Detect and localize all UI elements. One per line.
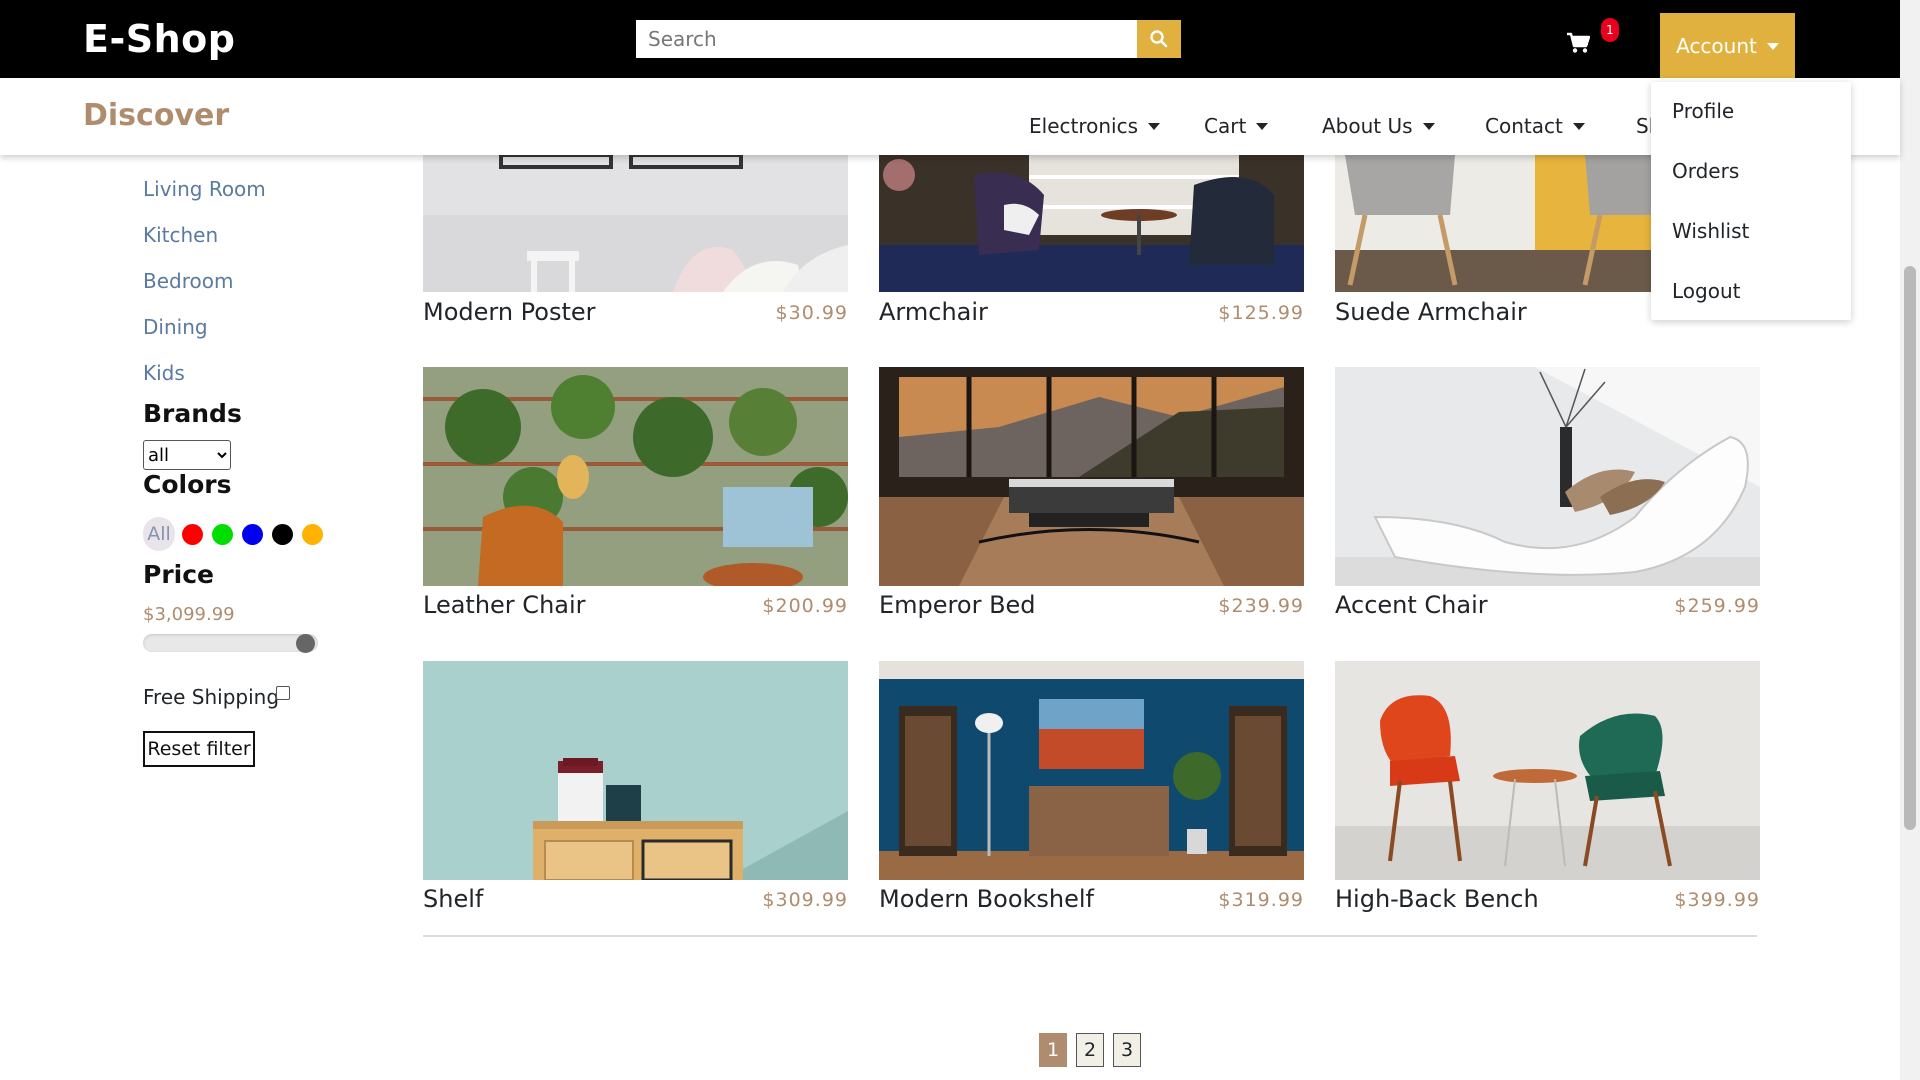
nav-label: Contact (1485, 114, 1563, 138)
product-name: Suede Armchair (1335, 298, 1527, 326)
product-price: $259.99 (1674, 595, 1760, 617)
brand-logo[interactable]: E-Shop (83, 17, 235, 61)
color-swatch-yellow[interactable] (302, 524, 323, 545)
price-heading: Price (143, 560, 214, 589)
category-navbar: Discover Electronics Cart About Us Conta… (0, 78, 1900, 155)
category-bedroom[interactable]: Bedroom (143, 269, 233, 293)
nav-label: Cart (1204, 114, 1247, 138)
price-slider[interactable] (143, 634, 318, 653)
color-swatch-blue[interactable] (242, 524, 263, 545)
product-image (1335, 661, 1760, 880)
price-value: $3,099.99 (143, 604, 235, 625)
menu-item-logout[interactable]: Logout (1672, 279, 1740, 303)
product-image (879, 155, 1304, 292)
product-name: Armchair (879, 298, 988, 326)
nav-contact[interactable]: Contact (1485, 114, 1585, 138)
brands-heading: Brands (143, 399, 242, 428)
scrollbar-thumb[interactable] (1904, 266, 1916, 830)
colors-heading: Colors (143, 470, 232, 499)
product-name: Modern Bookshelf (879, 885, 1095, 913)
search-input[interactable] (636, 20, 1137, 58)
product-image (879, 367, 1304, 586)
product-name: Emperor Bed (879, 591, 1036, 619)
product-price: $125.99 (1218, 302, 1304, 324)
product-price: $200.99 (762, 595, 848, 617)
price-slider-thumb[interactable] (296, 634, 315, 653)
product-price: $239.99 (1218, 595, 1304, 617)
free-shipping-label: Free Shipping (143, 685, 280, 709)
chevron-down-icon (1148, 122, 1161, 130)
product-name: Leather Chair (423, 591, 586, 619)
reset-filter-button[interactable]: Reset filter (143, 731, 255, 767)
menu-item-wishlist[interactable]: Wishlist (1672, 219, 1749, 243)
nav-label: Electronics (1029, 114, 1139, 138)
page-button-3[interactable]: 3 (1113, 1033, 1141, 1067)
search-form (636, 20, 1181, 58)
chevron-down-icon (1572, 122, 1585, 130)
product-price: $309.99 (762, 889, 848, 911)
page-button-1[interactable]: 1 (1039, 1033, 1067, 1067)
brand-select[interactable]: all (143, 440, 231, 470)
color-swatch-green[interactable] (212, 524, 233, 545)
product-name: Shelf (423, 885, 484, 913)
account-dropdown-menu: Profile Orders Wishlist Logout (1651, 82, 1851, 320)
category-kitchen[interactable]: Kitchen (143, 223, 218, 247)
product-image (423, 367, 848, 586)
top-navbar: E-Shop 1 Account (0, 0, 1900, 79)
chevron-down-icon (1422, 122, 1435, 130)
nav-label: About Us (1322, 114, 1413, 138)
product-image (423, 661, 848, 880)
product-price: $30.99 (775, 302, 848, 324)
divider (423, 935, 1757, 937)
product-image (879, 661, 1304, 880)
discover-title[interactable]: Discover (83, 98, 229, 133)
nav-cart[interactable]: Cart (1204, 114, 1269, 138)
cart-count-badge: 1 (1601, 18, 1619, 42)
category-living-room[interactable]: Living Room (143, 177, 266, 201)
nav-about-us[interactable]: About Us (1322, 114, 1435, 138)
color-swatch-red[interactable] (182, 524, 203, 545)
product-name: Modern Poster (423, 298, 596, 326)
product-price: $319.99 (1218, 889, 1304, 911)
product-image (1335, 367, 1760, 586)
nav-electronics[interactable]: Electronics (1029, 114, 1161, 138)
product-name: Accent Chair (1335, 591, 1488, 619)
cart-icon[interactable] (1566, 32, 1590, 54)
color-all-chip[interactable]: All (143, 517, 175, 551)
product-price: $399.99 (1674, 889, 1760, 911)
search-button[interactable] (1137, 20, 1181, 58)
menu-item-profile[interactable]: Profile (1672, 99, 1734, 123)
product-name: High-Back Bench (1335, 885, 1539, 913)
color-swatch-black[interactable] (272, 524, 293, 545)
search-icon (1150, 30, 1168, 48)
chevron-down-icon (1766, 42, 1779, 50)
category-dining[interactable]: Dining (143, 315, 208, 339)
product-image (423, 155, 848, 292)
chevron-down-icon (1256, 122, 1269, 130)
page-button-2[interactable]: 2 (1076, 1033, 1104, 1067)
category-kids[interactable]: Kids (143, 361, 185, 385)
menu-item-orders[interactable]: Orders (1672, 159, 1739, 183)
account-label: Account (1676, 34, 1757, 58)
free-shipping-checkbox[interactable] (276, 686, 290, 700)
account-dropdown-button[interactable]: Account (1660, 13, 1795, 79)
